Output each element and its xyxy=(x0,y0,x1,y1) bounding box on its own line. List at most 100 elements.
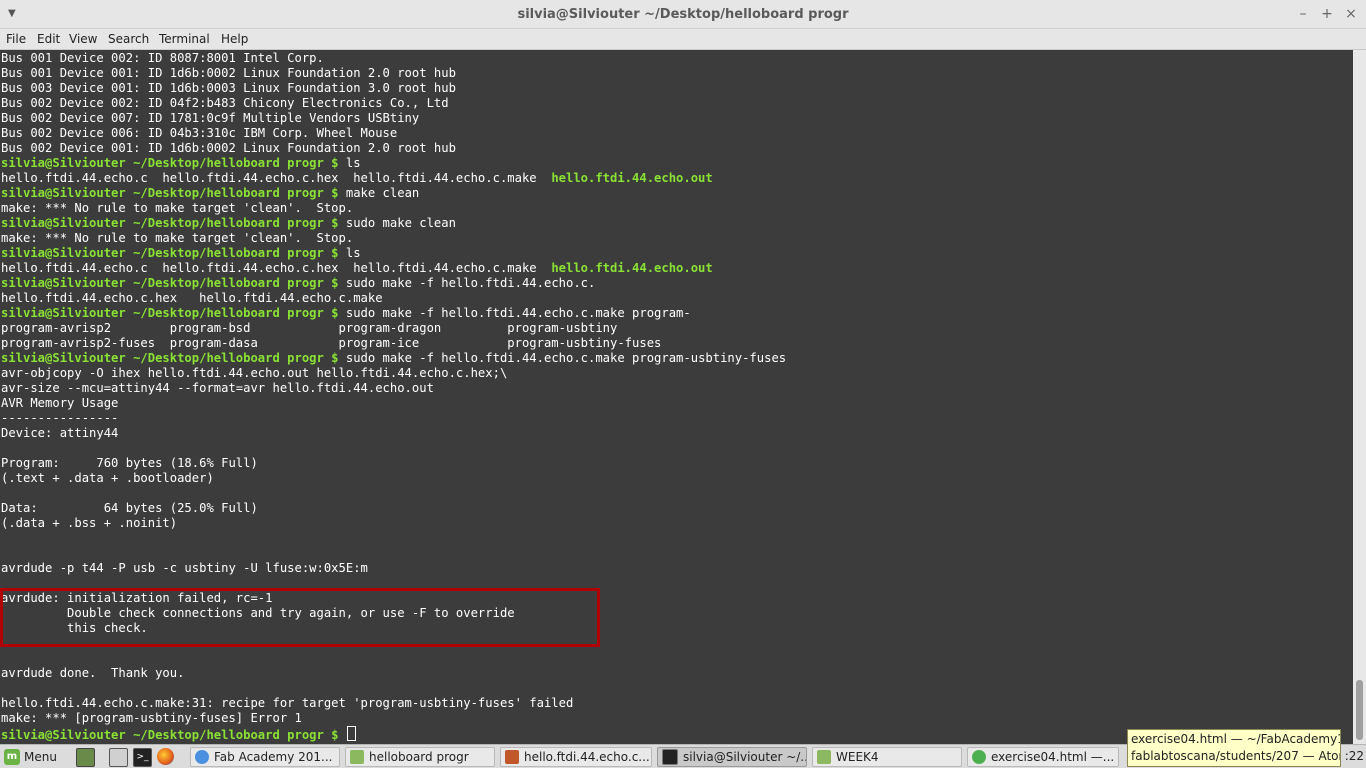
executable-file-name: hello.ftdi.44.echo.out xyxy=(551,261,713,275)
line-text: Bus 003 Device 001: ID 1d6b:0003 Linux F… xyxy=(1,81,456,95)
mint-logo-icon: m xyxy=(4,749,20,765)
line-text: sudo make -f hello.ftdi.44.echo.c.make p… xyxy=(338,351,787,365)
menu-terminal[interactable]: Terminal xyxy=(159,30,210,48)
task-helloboard-folder[interactable]: helloboard progr xyxy=(345,747,495,767)
line-text: ls xyxy=(338,246,361,260)
task-week4-folder[interactable]: WEEK4 xyxy=(812,747,962,767)
line-text: avr-objcopy -O ihex hello.ftdi.44.echo.o… xyxy=(1,366,508,380)
terminal-command-line: silvia@Silviouter ~/Desktop/helloboard p… xyxy=(1,351,786,366)
line-text: sudo make clean xyxy=(338,216,456,230)
folder-icon xyxy=(817,750,831,764)
line-text: (.data + .bss + .noinit) xyxy=(1,516,178,530)
terminal-command-line: silvia@Silviouter ~/Desktop/helloboard p… xyxy=(1,306,786,321)
line-text: make: *** No rule to make target 'clean'… xyxy=(1,231,354,245)
line-text: (.text + .data + .bootloader) xyxy=(1,471,214,485)
task-chrome[interactable]: Fab Academy 201... xyxy=(190,747,340,767)
terminal-output-line: AVR Memory Usage xyxy=(1,396,786,411)
task-tooltip: exercise04.html — ~/FabAcademy17/ fablab… xyxy=(1127,729,1341,767)
terminal-icon xyxy=(662,749,678,765)
terminal-output-line: Bus 001 Device 002: ID 8087:8001 Intel C… xyxy=(1,51,786,66)
terminal-output-line: Bus 003 Device 001: ID 1d6b:0003 Linux F… xyxy=(1,81,786,96)
terminal-scrollbar[interactable] xyxy=(1353,50,1366,744)
line-text: Program: 760 bytes (18.6% Full) xyxy=(1,456,258,470)
line-text: ---------------- xyxy=(1,411,119,425)
window-title: silvia@Silviouter ~/Desktop/helloboard p… xyxy=(517,7,849,22)
terminal-output-line: (.data + .bss + .noinit) xyxy=(1,516,786,531)
terminal-output-line: Device: attiny44 xyxy=(1,426,786,441)
menu-file[interactable]: File xyxy=(6,30,26,48)
terminal-output-line: Bus 002 Device 002: ID 04f2:b483 Chicony… xyxy=(1,96,786,111)
menu-search[interactable]: Search xyxy=(108,30,149,48)
terminal-output-line: make: *** No rule to make target 'clean'… xyxy=(1,231,786,246)
terminal-output-line: make: *** [program-usbtiny-fuses] Error … xyxy=(1,711,786,726)
line-text: ls xyxy=(338,156,361,170)
shell-prompt: silvia@Silviouter ~/Desktop/helloboard p… xyxy=(1,156,339,170)
terminal-command-line: silvia@Silviouter ~/Desktop/helloboard p… xyxy=(1,156,786,171)
line-text: avr-size --mcu=attiny44 --format=avr hel… xyxy=(1,381,434,395)
scrollbar-thumb[interactable] xyxy=(1356,680,1363,740)
line-text: avrdude -p t44 -P usb -c usbtiny -U lfus… xyxy=(1,561,368,575)
close-button[interactable]: × xyxy=(1342,5,1360,23)
folder-icon xyxy=(350,750,364,764)
task-label: hello.ftdi.44.echo.c... xyxy=(524,750,650,764)
terminal-launcher-icon[interactable]: >_ xyxy=(133,748,152,767)
shell-prompt: silvia@Silviouter ~/Desktop/helloboard p… xyxy=(1,306,339,320)
chrome-icon xyxy=(195,750,209,764)
start-menu-label: Menu xyxy=(24,750,57,764)
line-text: Bus 002 Device 007: ID 1781:0c9f Multipl… xyxy=(1,111,420,125)
terminal-output-line: avrdude -p t44 -P usb -c usbtiny -U lfus… xyxy=(1,561,786,576)
line-text: Device: attiny44 xyxy=(1,426,119,440)
task-label: WEEK4 xyxy=(836,750,879,764)
line-text: make: *** No rule to make target 'clean'… xyxy=(1,201,354,215)
executable-file-name: hello.ftdi.44.echo.out xyxy=(551,171,713,185)
terminal-output-line: hello.ftdi.44.echo.c hello.ftdi.44.echo.… xyxy=(1,171,786,186)
start-menu-button[interactable]: m Menu xyxy=(4,747,57,767)
menu-help[interactable]: Help xyxy=(221,30,248,48)
line-text: Bus 001 Device 001: ID 1d6b:0002 Linux F… xyxy=(1,66,456,80)
terminal-output-line: Bus 002 Device 007: ID 1781:0c9f Multipl… xyxy=(1,111,786,126)
shell-prompt: silvia@Silviouter ~/Desktop/helloboard p… xyxy=(1,728,339,742)
task-text-editor[interactable]: hello.ftdi.44.echo.c... xyxy=(500,747,652,767)
line-text: hello.ftdi.44.echo.c.make:31: recipe for… xyxy=(1,696,574,710)
task-terminal[interactable]: silvia@Silviouter ~/... xyxy=(657,747,807,767)
clock[interactable]: :22 xyxy=(1345,749,1364,763)
terminal-command-line: silvia@Silviouter ~/Desktop/helloboard p… xyxy=(1,276,786,291)
line-text: hello.ftdi.44.echo.c hello.ftdi.44.echo.… xyxy=(1,171,552,185)
terminal-output-line: Bus 002 Device 001: ID 1d6b:0002 Linux F… xyxy=(1,141,786,156)
menu-view[interactable]: View xyxy=(69,30,97,48)
menu-edit[interactable]: Edit xyxy=(37,30,60,48)
tooltip-line-1: exercise04.html — ~/FabAcademy17/ xyxy=(1131,732,1341,746)
line-text: Bus 002 Device 001: ID 1d6b:0002 Linux F… xyxy=(1,141,456,155)
minimize-button[interactable]: – xyxy=(1294,5,1312,23)
line-text: make: *** [program-usbtiny-fuses] Error … xyxy=(1,711,302,725)
terminal-output-line: hello.ftdi.44.echo.c.make:31: recipe for… xyxy=(1,696,786,711)
terminal-output-line: program-avrisp2-fuses program-dasa progr… xyxy=(1,336,786,351)
terminal-output-line: Program: 760 bytes (18.6% Full) xyxy=(1,456,786,471)
shell-prompt: silvia@Silviouter ~/Desktop/helloboard p… xyxy=(1,216,339,230)
line-text: program-avrisp2 program-bsd program-drag… xyxy=(1,321,618,335)
terminal-output-line: Bus 002 Device 006: ID 04b3:310c IBM Cor… xyxy=(1,126,786,141)
task-label: Fab Academy 201... xyxy=(214,750,333,764)
terminal-output-line: ---------------- xyxy=(1,411,786,426)
terminal-command-line: silvia@Silviouter ~/Desktop/helloboard p… xyxy=(1,246,786,261)
line-text: Bus 001 Device 002: ID 8087:8001 Intel C… xyxy=(1,51,324,65)
terminal-output-line: Data: 64 bytes (25.0% Full) xyxy=(1,501,786,516)
shell-prompt: silvia@Silviouter ~/Desktop/helloboard p… xyxy=(1,186,339,200)
firefox-icon[interactable] xyxy=(157,748,174,765)
text-editor-icon xyxy=(505,750,519,764)
task-atom[interactable]: exercise04.html —... xyxy=(967,747,1119,767)
show-desktop-icon[interactable] xyxy=(76,748,95,767)
task-label: exercise04.html —... xyxy=(991,750,1115,764)
terminal-output[interactable]: Bus 001 Device 002: ID 8087:8001 Intel C… xyxy=(0,50,1353,744)
file-manager-icon[interactable] xyxy=(109,748,128,767)
menubar: File Edit View Search Terminal Help xyxy=(0,29,1366,50)
line-text: sudo make -f hello.ftdi.44.echo.c. xyxy=(338,276,596,290)
maximize-button[interactable]: + xyxy=(1318,5,1336,23)
terminal-output-line: avr-size --mcu=attiny44 --format=avr hel… xyxy=(1,381,786,396)
window-titlebar[interactable]: ▼ silvia@Silviouter ~/Desktop/helloboard… xyxy=(0,0,1366,29)
line-text: Bus 002 Device 006: ID 04b3:310c IBM Cor… xyxy=(1,126,398,140)
